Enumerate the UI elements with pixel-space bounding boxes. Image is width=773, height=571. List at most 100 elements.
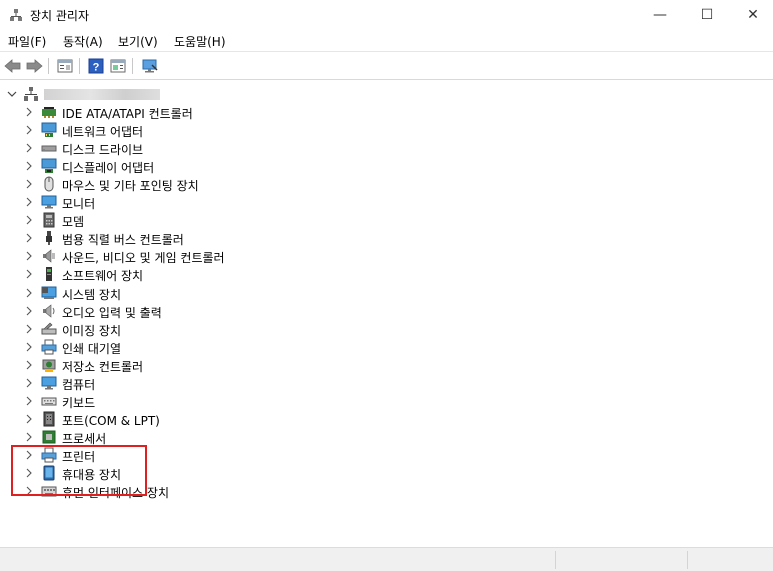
chevron-right-icon[interactable]	[24, 342, 34, 352]
chevron-right-icon[interactable]	[24, 125, 34, 135]
display-adapter-icon	[41, 158, 57, 174]
tree-node[interactable]: 마우스 및 기타 포인팅 장치	[0, 175, 773, 193]
computer-name-redacted	[44, 89, 160, 100]
forward-button[interactable]	[24, 56, 44, 76]
chevron-right-icon[interactable]	[24, 378, 34, 388]
monitor-icon	[41, 195, 57, 209]
tree-node[interactable]: IDE ATA/ATAPI 컨트롤러	[0, 103, 773, 121]
minimize-icon: —	[653, 7, 667, 23]
tree-node-label: 저장소 컨트롤러	[62, 359, 144, 374]
computer-root-icon	[24, 87, 38, 101]
status-divider	[555, 551, 556, 569]
tree-node-label: 키보드	[62, 395, 96, 410]
svg-text:?: ?	[93, 62, 100, 74]
tree-node[interactable]: 시스템 장치	[0, 284, 773, 302]
close-button[interactable]: ✕	[730, 0, 773, 30]
toolbar: ?	[0, 53, 773, 80]
tree-node[interactable]: 네트워크 어댑터	[0, 121, 773, 139]
menu-view[interactable]: 보기(V)	[115, 33, 161, 50]
menu-help[interactable]: 도움말(H)	[171, 33, 229, 50]
properties-button[interactable]	[55, 56, 75, 76]
keyboard-icon	[41, 397, 57, 406]
tree-node[interactable]: 인쇄 대기열	[0, 338, 773, 356]
tree-node[interactable]: 사운드, 비디오 및 게임 컨트롤러	[0, 247, 773, 265]
scan-hardware-button[interactable]	[140, 56, 160, 76]
tree-node[interactable]: 프로세서	[0, 428, 773, 446]
window-title: 장치 관리자	[30, 9, 90, 23]
tree-node-label: 사운드, 비디오 및 게임 컨트롤러	[62, 251, 225, 266]
tree-node[interactable]: 이미징 장치	[0, 320, 773, 338]
disk-drive-icon	[41, 145, 57, 152]
action-view-button[interactable]	[108, 56, 128, 76]
port-icon	[43, 411, 55, 427]
processor-icon	[42, 430, 56, 444]
audio-io-icon	[43, 303, 55, 318]
minimize-button[interactable]: —	[637, 0, 683, 30]
tree-node[interactable]: 키보드	[0, 392, 773, 410]
tree-node-label: 컴퓨터	[62, 377, 96, 392]
tree-root[interactable]	[0, 85, 773, 103]
tree-node-label: 디스크 드라이브	[62, 143, 144, 158]
close-icon: ✕	[747, 7, 759, 23]
system-device-icon	[41, 286, 57, 299]
chevron-right-icon[interactable]	[24, 197, 34, 207]
tree-node[interactable]: 저장소 컨트롤러	[0, 356, 773, 374]
tree-node-label: 인쇄 대기열	[62, 341, 122, 356]
chevron-right-icon[interactable]	[24, 432, 34, 442]
menu-action[interactable]: 동작(A)	[60, 33, 106, 50]
chevron-right-icon[interactable]	[24, 161, 34, 171]
help-icon: ?	[88, 58, 104, 74]
tree-node-label: 시스템 장치	[62, 287, 122, 302]
tree-node-label: 모니터	[62, 197, 96, 212]
tree-node-label: 이미징 장치	[62, 323, 122, 338]
tree-node-label: 포트(COM & LPT)	[62, 413, 160, 428]
toolbar-separator	[48, 58, 49, 74]
chevron-right-icon[interactable]	[24, 179, 34, 189]
tree-node[interactable]: 오디오 입력 및 출력	[0, 302, 773, 320]
title-bar: 장치 관리자 — ☐ ✕	[0, 0, 773, 30]
imaging-device-icon	[41, 322, 57, 335]
print-queue-icon	[41, 339, 57, 355]
chevron-right-icon[interactable]	[24, 324, 34, 334]
tree-node[interactable]: 모니터	[0, 193, 773, 211]
menu-file[interactable]: 파일(F)	[5, 33, 49, 50]
tree-node[interactable]: 디스크 드라이브	[0, 139, 773, 157]
tree-node[interactable]: 모뎀	[0, 211, 773, 229]
properties-icon	[57, 59, 73, 73]
chevron-right-icon[interactable]	[24, 288, 34, 298]
tree-node[interactable]: 소프트웨어 장치	[0, 265, 773, 283]
chevron-right-icon[interactable]	[24, 215, 34, 225]
maximize-icon: ☐	[700, 7, 714, 23]
tree-node-label: 오디오 입력 및 출력	[62, 305, 162, 320]
tree-node[interactable]: 포트(COM & LPT)	[0, 410, 773, 428]
maximize-button[interactable]: ☐	[684, 0, 730, 30]
back-icon	[4, 59, 21, 73]
usb-icon	[46, 231, 52, 246]
chevron-right-icon[interactable]	[24, 306, 34, 316]
chevron-right-icon[interactable]	[24, 107, 34, 117]
storage-controller-icon	[42, 359, 56, 372]
chevron-down-icon[interactable]	[6, 88, 18, 100]
chevron-right-icon[interactable]	[24, 396, 34, 406]
chevron-right-icon[interactable]	[24, 143, 34, 153]
tree-node-label: 소프트웨어 장치	[62, 269, 144, 284]
tree-node-label: 범용 직렬 버스 컨트롤러	[62, 233, 184, 248]
tree-node-label: 마우스 및 기타 포인팅 장치	[62, 179, 199, 194]
computer-icon	[41, 376, 57, 390]
back-button[interactable]	[3, 56, 23, 76]
chevron-right-icon[interactable]	[24, 233, 34, 243]
tree-node[interactable]: 컴퓨터	[0, 374, 773, 392]
tree-node-label: IDE ATA/ATAPI 컨트롤러	[62, 107, 193, 121]
tree-node-label: 네트워크 어댑터	[62, 125, 144, 140]
status-divider	[687, 551, 688, 569]
chevron-right-icon[interactable]	[24, 251, 34, 261]
tree-node[interactable]: 범용 직렬 버스 컨트롤러	[0, 229, 773, 247]
forward-icon	[26, 59, 43, 73]
tree-node[interactable]: 디스플레이 어댑터	[0, 157, 773, 175]
chevron-right-icon[interactable]	[24, 269, 34, 279]
help-button[interactable]: ?	[86, 56, 106, 76]
chevron-right-icon[interactable]	[24, 360, 34, 370]
modem-icon	[43, 212, 55, 228]
chevron-right-icon[interactable]	[24, 414, 34, 424]
action-view-icon	[110, 59, 126, 73]
